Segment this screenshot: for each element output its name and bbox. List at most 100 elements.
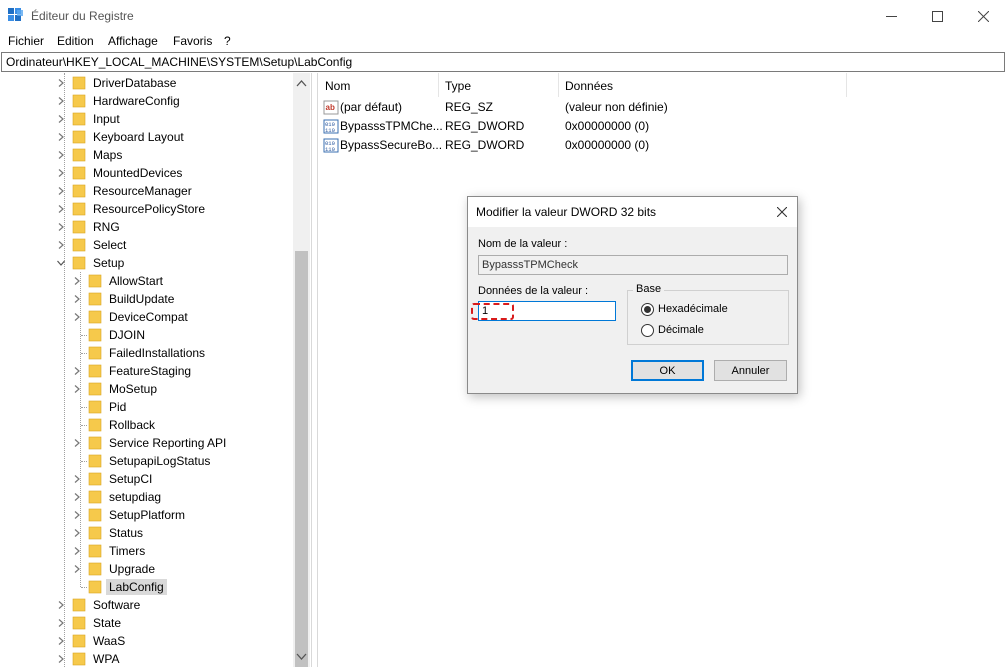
radio-button-checked[interactable]	[641, 302, 654, 316]
chevron-right-icon[interactable]	[72, 384, 82, 394]
tree-scroll-thumb[interactable]	[295, 251, 308, 667]
value-name-label: Nom de la valeur :	[478, 238, 568, 250]
tree-item-timers[interactable]: Timers	[72, 542, 148, 560]
chevron-right-icon[interactable]	[72, 366, 82, 376]
column-header-data[interactable]: Données	[565, 79, 613, 93]
chevron-right-icon[interactable]	[56, 150, 66, 160]
chevron-right-icon[interactable]	[72, 492, 82, 502]
scroll-up-icon[interactable]	[296, 78, 307, 89]
radio-hexadecimal[interactable]: Hexadécimale	[641, 301, 728, 317]
column-separator[interactable]	[438, 73, 439, 97]
tree-item-label: ResourcePolicyStore	[93, 202, 206, 216]
value-name-field: BypasssTPMCheck	[478, 255, 788, 275]
chevron-right-icon[interactable]	[72, 510, 82, 520]
folder-icon	[72, 112, 86, 126]
chevron-right-icon[interactable]	[56, 222, 66, 232]
address-bar[interactable]: Ordinateur\HKEY_LOCAL_MACHINE\SYSTEM\Set…	[1, 52, 1005, 72]
chevron-right-icon[interactable]	[56, 186, 66, 196]
radio-decimal[interactable]: Décimale	[641, 322, 704, 338]
tree-item-label: Software	[93, 598, 141, 612]
menu-fichier[interactable]: Fichier	[8, 34, 44, 48]
chevron-right-icon[interactable]	[56, 618, 66, 628]
chevron-right-icon[interactable]	[56, 240, 66, 250]
annotation-highlight	[471, 303, 514, 320]
chevron-right-icon[interactable]	[56, 132, 66, 142]
chevron-right-icon[interactable]	[56, 600, 66, 610]
folder-icon	[88, 544, 102, 558]
maximize-button[interactable]	[914, 0, 960, 32]
chevron-right-icon[interactable]	[72, 564, 82, 574]
tree-item-setup[interactable]: Setup	[56, 254, 127, 272]
tree-item-upgrade[interactable]: Upgrade	[72, 560, 158, 578]
folder-icon	[88, 526, 102, 540]
scroll-down-icon[interactable]	[296, 651, 307, 662]
tree-item-featurestaging[interactable]: FeatureStaging	[72, 362, 194, 380]
tree-scrollbar[interactable]	[293, 73, 310, 667]
chevron-right-icon[interactable]	[72, 438, 82, 448]
tree-item-failedinstallations[interactable]: FailedInstallations	[72, 344, 208, 362]
chevron-right-icon[interactable]	[56, 114, 66, 124]
chevron-right-icon[interactable]	[56, 168, 66, 178]
tree-item-wpa[interactable]: WPA	[56, 650, 122, 667]
radio-button[interactable]	[641, 323, 654, 337]
tree-guide-line	[81, 461, 87, 462]
chevron-right-icon[interactable]	[72, 474, 82, 484]
tree-item-maps[interactable]: Maps	[56, 146, 125, 164]
tree-item-service-reporting-api[interactable]: Service Reporting API	[72, 434, 229, 452]
cancel-button[interactable]: Annuler	[714, 360, 787, 381]
chevron-right-icon[interactable]	[72, 528, 82, 538]
tree-item-setupci[interactable]: SetupCI	[72, 470, 155, 488]
tree-item-buildupdate[interactable]: BuildUpdate	[72, 290, 177, 308]
chevron-right-icon[interactable]	[56, 78, 66, 88]
chevron-right-icon[interactable]	[56, 636, 66, 646]
key-tree[interactable]: DriverDatabase HardwareConfig Input Keyboar…	[1, 73, 312, 667]
folder-icon	[88, 472, 102, 486]
tree-item-setupapilogstatus[interactable]: SetupapiLogStatus	[72, 452, 213, 470]
chevron-right-icon[interactable]	[56, 96, 66, 106]
menu-favoris[interactable]: Favoris	[173, 34, 212, 48]
tree-item-hardwareconfig[interactable]: HardwareConfig	[56, 92, 183, 110]
tree-item-mounteddevices[interactable]: MountedDevices	[56, 164, 185, 182]
tree-item-waas[interactable]: WaaS	[56, 632, 128, 650]
close-button[interactable]	[960, 0, 1006, 32]
tree-item-resourcepolicystore[interactable]: ResourcePolicyStore	[56, 200, 208, 218]
column-separator[interactable]	[846, 73, 847, 97]
tree-item-setupdiag[interactable]: setupdiag	[72, 488, 164, 506]
menu-affichage[interactable]: Affichage	[108, 34, 158, 48]
tree-item-keyboard-layout[interactable]: Keyboard Layout	[56, 128, 187, 146]
tree-item-driverdatabase[interactable]: DriverDatabase	[56, 74, 179, 92]
chevron-right-icon[interactable]	[72, 546, 82, 556]
chevron-right-icon[interactable]	[56, 654, 66, 664]
menu-edition[interactable]: Edition	[57, 34, 94, 48]
value-row[interactable]: 010 110 BypasssTPMChe... REG_DWORD 0x000…	[323, 117, 843, 136]
tree-item-allowstart[interactable]: AllowStart	[72, 272, 166, 290]
value-row[interactable]: ab (par défaut) REG_SZ (valeur non défin…	[323, 98, 843, 117]
column-header-type[interactable]: Type	[445, 79, 471, 93]
tree-item-state[interactable]: State	[56, 614, 124, 632]
tree-item-devicecompat[interactable]: DeviceCompat	[72, 308, 191, 326]
tree-item-setupplatform[interactable]: SetupPlatform	[72, 506, 188, 524]
menu-help[interactable]: ?	[224, 34, 231, 48]
tree-item-software[interactable]: Software	[56, 596, 143, 614]
ok-button[interactable]: OK	[631, 360, 704, 381]
tree-item-input[interactable]: Input	[56, 110, 123, 128]
chevron-right-icon[interactable]	[72, 276, 82, 286]
chevron-right-icon[interactable]	[56, 204, 66, 214]
binary-value-icon: 010 110	[323, 138, 339, 153]
tree-item-status[interactable]: Status	[72, 524, 146, 542]
column-separator[interactable]	[558, 73, 559, 97]
value-row[interactable]: 010 110 BypassSecureBo... REG_DWORD 0x00…	[323, 136, 843, 155]
tree-item-mosetup[interactable]: MoSetup	[72, 380, 160, 398]
chevron-right-icon[interactable]	[72, 312, 82, 322]
dialog-close-button[interactable]	[773, 203, 791, 221]
dialog-title-bar: Modifier la valeur DWORD 32 bits	[468, 197, 797, 227]
tree-item-rng[interactable]: RNG	[56, 218, 123, 236]
tree-item-resourcemanager[interactable]: ResourceManager	[56, 182, 195, 200]
address-path: Ordinateur\HKEY_LOCAL_MACHINE\SYSTEM\Set…	[6, 55, 353, 69]
chevron-right-icon[interactable]	[72, 294, 82, 304]
chevron-down-icon[interactable]	[56, 258, 66, 268]
column-header-name[interactable]: Nom	[325, 79, 350, 93]
tree-item-select[interactable]: Select	[56, 236, 129, 254]
minimize-button[interactable]	[868, 0, 914, 32]
folder-icon	[88, 400, 102, 414]
